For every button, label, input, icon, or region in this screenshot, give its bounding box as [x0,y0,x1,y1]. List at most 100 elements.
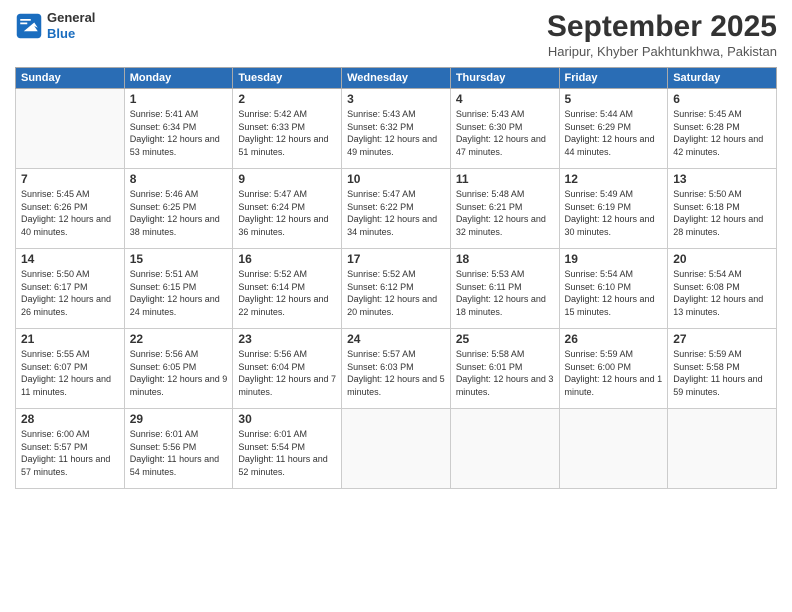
header-tuesday: Tuesday [233,68,342,89]
day-number: 6 [673,92,771,106]
day-info: Sunrise: 5:59 AM Sunset: 6:00 PM Dayligh… [565,348,663,398]
header: General Blue September 2025 Haripur, Khy… [15,10,777,59]
calendar-cell [559,409,668,489]
header-row: Sunday Monday Tuesday Wednesday Thursday… [16,68,777,89]
day-number: 13 [673,172,771,186]
calendar-cell: 13 Sunrise: 5:50 AM Sunset: 6:18 PM Dayli… [668,169,777,249]
day-number: 30 [238,412,336,426]
day-info: Sunrise: 5:43 AM Sunset: 6:32 PM Dayligh… [347,108,445,158]
calendar-cell [16,89,125,169]
header-friday: Friday [559,68,668,89]
day-number: 21 [21,332,119,346]
logo-line1: General [47,10,95,26]
day-number: 5 [565,92,663,106]
page: General Blue September 2025 Haripur, Khy… [0,0,792,612]
header-monday: Monday [124,68,233,89]
day-number: 16 [238,252,336,266]
day-number: 11 [456,172,554,186]
day-number: 3 [347,92,445,106]
week-row-0: 1Sunrise: 5:41 AM Sunset: 6:34 PM Daylig… [16,89,777,169]
day-number: 23 [238,332,336,346]
header-thursday: Thursday [450,68,559,89]
title-block: September 2025 Haripur, Khyber Pakhtunkh… [547,10,777,59]
day-info: Sunrise: 5:42 AM Sunset: 6:33 PM Dayligh… [238,108,336,158]
calendar-cell: 27 Sunrise: 5:59 AM Sunset: 5:58 PM Dayli… [668,329,777,409]
calendar-cell: 28 Sunrise: 6:00 AM Sunset: 5:57 PM Dayli… [16,409,125,489]
calendar-cell: 18 Sunrise: 5:53 AM Sunset: 6:11 PM Dayli… [450,249,559,329]
day-info: Sunrise: 5:54 AM Sunset: 6:10 PM Dayligh… [565,268,663,318]
calendar-cell: 11 Sunrise: 5:48 AM Sunset: 6:21 PM Dayli… [450,169,559,249]
calendar-cell: 20 Sunrise: 5:54 AM Sunset: 6:08 PM Dayli… [668,249,777,329]
day-info: Sunrise: 5:57 AM Sunset: 6:03 PM Dayligh… [347,348,445,398]
header-wednesday: Wednesday [342,68,451,89]
calendar-cell: 14 Sunrise: 5:50 AM Sunset: 6:17 PM Dayli… [16,249,125,329]
calendar-cell: 30Sunrise: 6:01 AM Sunset: 5:54 PM Dayli… [233,409,342,489]
day-number: 19 [565,252,663,266]
calendar-cell: 16Sunrise: 5:52 AM Sunset: 6:14 PM Dayli… [233,249,342,329]
week-row-2: 14 Sunrise: 5:50 AM Sunset: 6:17 PM Dayli… [16,249,777,329]
calendar-cell: 29Sunrise: 6:01 AM Sunset: 5:56 PM Dayli… [124,409,233,489]
calendar-cell: 8 Sunrise: 5:46 AM Sunset: 6:25 PM Daylig… [124,169,233,249]
day-number: 27 [673,332,771,346]
day-number: 28 [21,412,119,426]
day-info: Sunrise: 5:54 AM Sunset: 6:08 PM Dayligh… [673,268,771,318]
day-info: Sunrise: 5:50 AM Sunset: 6:18 PM Dayligh… [673,188,771,238]
day-number: 9 [238,172,336,186]
week-row-4: 28 Sunrise: 6:00 AM Sunset: 5:57 PM Dayli… [16,409,777,489]
day-info: Sunrise: 5:47 AM Sunset: 6:24 PM Dayligh… [238,188,336,238]
calendar-cell: 24 Sunrise: 5:57 AM Sunset: 6:03 PM Dayli… [342,329,451,409]
week-row-1: 7Sunrise: 5:45 AM Sunset: 6:26 PM Daylig… [16,169,777,249]
calendar-cell: 2 Sunrise: 5:42 AM Sunset: 6:33 PM Daylig… [233,89,342,169]
day-info: Sunrise: 5:53 AM Sunset: 6:11 PM Dayligh… [456,268,554,318]
logo-text: General Blue [47,10,95,41]
day-info: Sunrise: 5:47 AM Sunset: 6:22 PM Dayligh… [347,188,445,238]
day-number: 17 [347,252,445,266]
day-number: 25 [456,332,554,346]
day-info: Sunrise: 5:56 AM Sunset: 6:04 PM Dayligh… [238,348,336,398]
logo-icon [15,12,43,40]
day-number: 7 [21,172,119,186]
day-info: Sunrise: 5:43 AM Sunset: 6:30 PM Dayligh… [456,108,554,158]
day-info: Sunrise: 5:46 AM Sunset: 6:25 PM Dayligh… [130,188,228,238]
day-number: 15 [130,252,228,266]
calendar-cell: 4 Sunrise: 5:43 AM Sunset: 6:30 PM Daylig… [450,89,559,169]
calendar-cell: 26Sunrise: 5:59 AM Sunset: 6:00 PM Dayli… [559,329,668,409]
day-number: 4 [456,92,554,106]
day-number: 1 [130,92,228,106]
day-number: 18 [456,252,554,266]
day-info: Sunrise: 5:44 AM Sunset: 6:29 PM Dayligh… [565,108,663,158]
day-info: Sunrise: 5:51 AM Sunset: 6:15 PM Dayligh… [130,268,228,318]
day-number: 10 [347,172,445,186]
day-number: 24 [347,332,445,346]
location: Haripur, Khyber Pakhtunkhwa, Pakistan [547,44,777,59]
day-number: 14 [21,252,119,266]
calendar-cell: 22 Sunrise: 5:56 AM Sunset: 6:05 PM Dayli… [124,329,233,409]
day-number: 12 [565,172,663,186]
calendar-cell: 5 Sunrise: 5:44 AM Sunset: 6:29 PM Daylig… [559,89,668,169]
month-title: September 2025 [547,10,777,44]
calendar-cell: 12Sunrise: 5:49 AM Sunset: 6:19 PM Dayli… [559,169,668,249]
day-info: Sunrise: 5:59 AM Sunset: 5:58 PM Dayligh… [673,348,771,398]
calendar-cell [450,409,559,489]
day-info: Sunrise: 5:48 AM Sunset: 6:21 PM Dayligh… [456,188,554,238]
calendar-cell: 19 Sunrise: 5:54 AM Sunset: 6:10 PM Dayli… [559,249,668,329]
calendar-table: Sunday Monday Tuesday Wednesday Thursday… [15,67,777,489]
calendar-cell: 9 Sunrise: 5:47 AM Sunset: 6:24 PM Daylig… [233,169,342,249]
calendar-cell: 6Sunrise: 5:45 AM Sunset: 6:28 PM Daylig… [668,89,777,169]
day-info: Sunrise: 5:58 AM Sunset: 6:01 PM Dayligh… [456,348,554,398]
day-number: 8 [130,172,228,186]
logo: General Blue [15,10,95,41]
calendar-cell: 7Sunrise: 5:45 AM Sunset: 6:26 PM Daylig… [16,169,125,249]
day-number: 22 [130,332,228,346]
day-info: Sunrise: 5:55 AM Sunset: 6:07 PM Dayligh… [21,348,119,398]
calendar-cell: 25 Sunrise: 5:58 AM Sunset: 6:01 PM Dayli… [450,329,559,409]
header-sunday: Sunday [16,68,125,89]
day-info: Sunrise: 5:56 AM Sunset: 6:05 PM Dayligh… [130,348,228,398]
day-number: 20 [673,252,771,266]
calendar-cell: 1Sunrise: 5:41 AM Sunset: 6:34 PM Daylig… [124,89,233,169]
day-number: 2 [238,92,336,106]
day-info: Sunrise: 6:00 AM Sunset: 5:57 PM Dayligh… [21,428,119,478]
day-info: Sunrise: 5:50 AM Sunset: 6:17 PM Dayligh… [21,268,119,318]
calendar-cell: 21 Sunrise: 5:55 AM Sunset: 6:07 PM Dayli… [16,329,125,409]
day-info: Sunrise: 5:52 AM Sunset: 6:12 PM Dayligh… [347,268,445,318]
